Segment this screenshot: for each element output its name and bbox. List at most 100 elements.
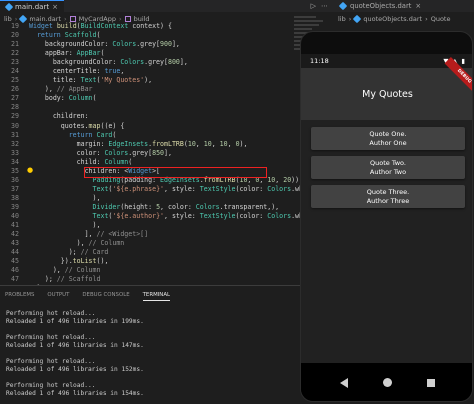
code-line[interactable]: 34 child: Column( (0, 158, 334, 167)
run-icon[interactable]: ▷ (311, 2, 316, 10)
quote-card: Quote Three. Author Three (311, 185, 465, 208)
line-number: 38 (11, 193, 19, 202)
terminal-output[interactable]: Performing hot reload... Reloaded 1 of 49… (0, 304, 334, 398)
code-text: Widget build(BuildContext context) { (29, 22, 172, 30)
code-line[interactable]: 44 ); // Card (0, 248, 334, 257)
code-line[interactable]: 40 Text('${e.author}', style: TextStyle(… (0, 212, 334, 221)
code-line[interactable]: 23 backgroundColor: Colors.grey[800], (0, 58, 334, 67)
recent-apps-icon[interactable] (426, 378, 435, 387)
code-line[interactable]: 46 ), // Column (0, 266, 334, 275)
tab-main-dart[interactable]: main.dart × (0, 0, 64, 12)
code-line[interactable]: 27 body: Column( (0, 94, 334, 103)
code-line[interactable]: 20 return Scaffold( (0, 31, 334, 40)
chevron-right-icon: › (425, 14, 428, 23)
breadcrumb-folder[interactable]: lib (338, 15, 346, 23)
line-number: 35 (11, 166, 19, 175)
line-number: 32 (11, 139, 19, 148)
code-line[interactable]: 29 children: (0, 112, 334, 121)
code-text: ), (29, 193, 101, 202)
line-number: 31 (11, 130, 19, 139)
line-number: 28 (11, 103, 19, 112)
code-line[interactable]: 19 Widget build(BuildContext context) { (0, 22, 334, 31)
quote-card: Quote One. Author One (311, 127, 465, 150)
code-editor: main.dart × ▷ ⋯ lib › main.dart › MyCard… (0, 0, 334, 404)
battery-icon: ▮ (461, 57, 465, 65)
quote-phrase: Quote Two. (370, 158, 406, 167)
line-number: 45 (11, 257, 19, 266)
code-line[interactable]: 45 }).toList(), (0, 257, 334, 266)
code-line[interactable]: 28 (0, 103, 334, 112)
line-number: 26 (11, 85, 19, 94)
tab-output[interactable]: OUTPUT (47, 292, 69, 301)
terminal-line: Performing hot reload... (6, 382, 96, 389)
right-editor-tabbar: quoteObjects.dart × (334, 0, 474, 12)
code-line[interactable]: 47 ); // Scaffold (0, 275, 334, 284)
code-line[interactable]: 26 ), // AppBar (0, 85, 334, 94)
code-text: appBar: AppBar( (29, 49, 105, 58)
editor-tabbar: main.dart × ▷ ⋯ (0, 0, 334, 12)
code-line[interactable]: 39 Divider(height: 5, color: Colors.tran… (0, 203, 334, 212)
code-line[interactable]: 38 ), (0, 194, 334, 203)
line-number: 33 (11, 148, 19, 157)
code-line[interactable]: 31 return Card( (0, 131, 334, 140)
breadcrumb-class[interactable]: Quote (431, 15, 451, 23)
quote-author: Author Three (366, 196, 410, 205)
code-line[interactable]: 25 title: Text('My Quotes'), (0, 76, 334, 85)
line-number: 30 (11, 121, 19, 130)
line-number: 21 (11, 40, 19, 49)
lightbulb-icon[interactable]: ● (27, 167, 33, 174)
breadcrumb-file[interactable]: quoteObjects.dart (363, 15, 422, 23)
code-text: Text('${e.phrase}', style: TextStyle(col… (92, 184, 327, 193)
dart-file-icon (4, 2, 14, 11)
panel-tabs: PROBLEMS OUTPUT DEBUG CONSOLE TERMINAL (0, 286, 334, 304)
code-line[interactable]: 32 margin: EdgeInsets.fromLTRB(10, 10, 1… (0, 140, 334, 149)
code-text: ), (29, 221, 101, 230)
tab-problems[interactable]: PROBLEMS (5, 292, 34, 301)
line-number: 37 (11, 184, 19, 193)
line-number: 19 (11, 22, 19, 30)
tab-quoteobjects-dart[interactable]: quoteObjects.dart (350, 2, 411, 10)
close-tab-icon[interactable]: × (415, 2, 421, 10)
code-line[interactable]: 37 Text('${e.phrase}', style: TextStyle(… (0, 185, 334, 194)
code-text: ); // Scaffold (29, 275, 101, 284)
code-line[interactable]: 21 backgroundColor: Colors.grey[900], (0, 40, 334, 49)
app-title: My Quotes (362, 88, 413, 100)
tab-terminal[interactable]: TERMINAL (142, 292, 171, 301)
code-text: return Scaffold( (36, 31, 101, 40)
line-number: 20 (11, 31, 19, 40)
editor-actions: ▷ ⋯ (311, 2, 334, 10)
code-area[interactable]: 19 Widget build(BuildContext context) {20… (0, 22, 334, 301)
code-line[interactable]: 41 ), (0, 221, 334, 230)
code-line[interactable]: 22 appBar: AppBar( (0, 49, 334, 58)
line-number: 44 (11, 248, 19, 257)
code-text: Divider(height: 5, color: Colors.transpa… (92, 202, 280, 211)
highlight-annotation (84, 166, 267, 178)
close-tab-icon[interactable]: × (52, 3, 58, 11)
tab-debug-console[interactable]: DEBUG CONSOLE (82, 292, 129, 301)
home-icon[interactable] (382, 378, 392, 387)
code-text: ), // Column (29, 266, 101, 275)
code-line[interactable]: 33 color: Colors.grey[850], (0, 149, 334, 158)
line-number: 39 (11, 202, 19, 211)
method-icon (124, 15, 131, 22)
line-number: 34 (11, 157, 19, 166)
line-number: 25 (11, 76, 19, 85)
line-number: 24 (11, 67, 19, 76)
class-icon (69, 15, 76, 22)
line-number: 27 (11, 94, 19, 103)
code-line[interactable]: 42 ], // <Widget>[] (0, 230, 334, 239)
back-icon[interactable] (340, 377, 349, 388)
android-emulator: 11:18 ▼ ▲ ▮ My Quotes DEBUG Quote One. A… (300, 31, 473, 402)
status-time: 11:18 (310, 57, 329, 65)
more-actions-icon[interactable]: ⋯ (321, 2, 328, 10)
line-number: 22 (11, 49, 19, 58)
code-line[interactable]: 30 quotes.map((e) { (0, 122, 334, 131)
code-line[interactable]: 24 centerTitle: true, (0, 67, 334, 76)
code-text: }).toList(), (29, 257, 109, 266)
code-line[interactable]: 43 ), // Column (0, 239, 334, 248)
line-number: 46 (11, 266, 19, 275)
code-text: backgroundColor: Colors.grey[900], (29, 40, 180, 49)
code-text: title: Text('My Quotes'), (29, 76, 153, 85)
